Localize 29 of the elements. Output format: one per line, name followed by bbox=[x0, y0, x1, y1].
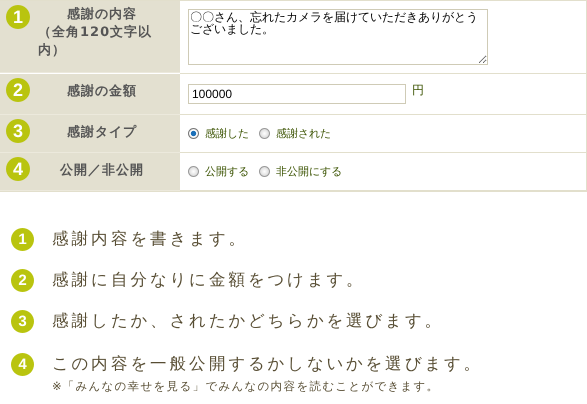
radio-label: 公開する bbox=[205, 164, 249, 179]
radio-label: 非公開にする bbox=[276, 164, 342, 179]
step-text: 感謝内容を書きます。 bbox=[52, 228, 248, 250]
step-text: 感謝したか、されたかどちらかを選びます。 bbox=[52, 310, 444, 332]
field-label: 公開／非公開 bbox=[60, 162, 144, 179]
step-text: この内容を一般公開するかしないかを選びます。 bbox=[52, 353, 484, 375]
number-badge: 4 bbox=[11, 353, 34, 376]
step-text: 感謝に自分なりに金額をつけます。 bbox=[52, 269, 366, 291]
number-badge: 4 bbox=[6, 157, 30, 181]
number-badge: 3 bbox=[6, 119, 30, 143]
radio-button[interactable] bbox=[188, 128, 199, 139]
field-hint: （全角120文字以内） bbox=[38, 24, 154, 59]
radio-label: 感謝された bbox=[276, 126, 331, 141]
number-badge: 2 bbox=[6, 78, 30, 102]
number-badge: 2 bbox=[11, 269, 34, 292]
number-badge: 1 bbox=[11, 228, 34, 251]
number-badge: 1 bbox=[6, 5, 30, 29]
field-label: 感謝タイプ bbox=[67, 124, 137, 141]
step-note: ※「みんなの幸せを見る」でみんなの内容を読むことができます。 bbox=[52, 379, 441, 394]
radio-button[interactable] bbox=[188, 166, 199, 177]
field-label: 感謝の内容 bbox=[67, 6, 137, 23]
number-badge: 3 bbox=[11, 310, 34, 333]
field-label: 感謝の金額 bbox=[67, 82, 137, 100]
radio-label: 感謝した bbox=[205, 126, 249, 141]
amount-field[interactable]: 100000 bbox=[188, 84, 406, 104]
message-field[interactable]: 〇〇さん、忘れたカメラを届けていただきありがとうございました。 bbox=[188, 9, 488, 65]
radio-button[interactable] bbox=[259, 128, 270, 139]
radio-button[interactable] bbox=[259, 166, 270, 177]
unit-label: 円 bbox=[412, 82, 424, 99]
